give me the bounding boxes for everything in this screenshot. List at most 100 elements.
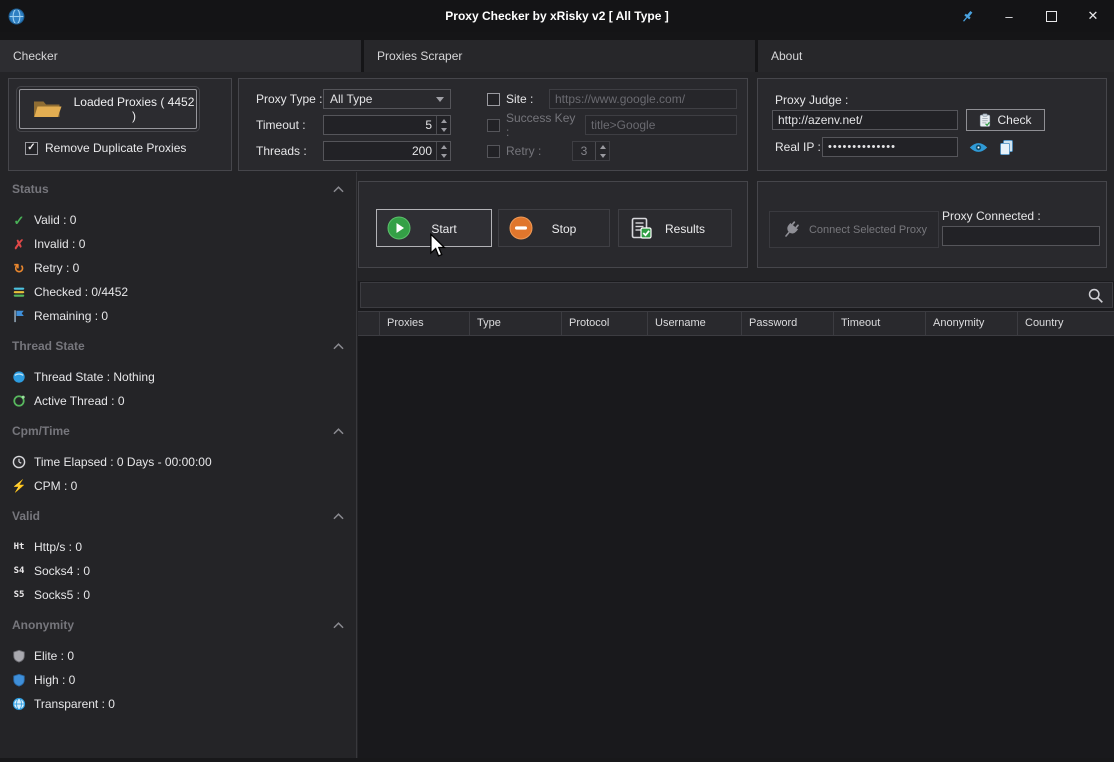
success-key-label: Success Key : [506,111,579,139]
load-proxies-button[interactable]: Loaded Proxies ( 4452 ) [19,89,197,129]
proxy-connected-input[interactable] [942,226,1100,246]
proxy-judge-panel: Proxy Judge : Check Real IP : [757,78,1107,171]
success-key-input[interactable] [585,115,737,135]
column-header-type[interactable]: Type [470,312,562,335]
maximize-button[interactable] [1030,0,1072,32]
socks4-count-item: S4 Socks4 : 0 [0,559,356,583]
status-invalid-item: ✗ Invalid : 0 [0,232,356,256]
section-header-status[interactable]: Status [12,180,344,198]
column-header-proxies[interactable]: Proxies [380,312,470,335]
threads-label: Threads : [256,144,323,158]
proxy-connected-label: Proxy Connected : [942,209,1041,223]
socks5-count-item: S5 Socks5 : 0 [0,583,356,607]
maximize-icon [1046,11,1057,22]
chevron-up-icon[interactable] [333,428,344,435]
timeout-input[interactable] [324,116,436,134]
proxy-judge-input[interactable] [772,110,958,130]
checked-list-icon [10,285,28,299]
cpm-item: ⚡ CPM : 0 [0,474,356,498]
status-invalid-label: Invalid : 0 [34,237,85,251]
status-remaining-label: Remaining : 0 [34,309,108,323]
status-checked-item: Checked : 0/4452 [0,280,356,304]
retry-checkbox[interactable] [487,145,500,158]
chevron-up-icon[interactable] [333,622,344,629]
column-header-timeout[interactable]: Timeout [834,312,926,335]
tab-proxies-scraper[interactable]: Proxies Scraper [364,40,755,72]
section-header-anonymity[interactable]: Anonymity [12,616,344,634]
status-remaining-item: Remaining : 0 [0,304,356,328]
threads-input[interactable] [324,142,436,160]
results-button[interactable]: Results [618,209,732,247]
tab-strip: Checker Proxies Scraper About [0,40,1114,72]
search-icon[interactable] [1079,287,1112,304]
connect-selected-proxy-label: Connect Selected Proxy [809,224,927,236]
socks4-icon: S4 [10,566,28,576]
proxy-type-select[interactable]: All Type [323,89,451,109]
window-bottom-edge [0,758,1114,762]
chevron-up-icon[interactable] [333,513,344,520]
thread-state-item: Thread State : Nothing [0,365,356,389]
play-icon [387,216,411,240]
copy-ip-icon[interactable] [999,139,1014,156]
site-checkbox[interactable]: ✓ [487,93,500,106]
spin-down-icon[interactable] [437,125,450,134]
column-header-protocol[interactable]: Protocol [562,312,648,335]
search-input[interactable] [361,288,1079,302]
lightning-icon: ⚡ [10,480,28,492]
loaded-proxies-panel: Loaded Proxies ( 4452 ) ✓ Remove Duplica… [8,78,232,171]
minimize-button[interactable]: – [988,0,1030,32]
chevron-up-icon[interactable] [333,186,344,193]
status-valid-item: ✓ Valid : 0 [0,208,356,232]
section-thread-state-title: Thread State [12,339,85,353]
close-button[interactable]: ✕ [1072,0,1114,32]
tab-about-label: About [771,49,802,63]
check-judge-button[interactable]: Check [966,109,1045,131]
chevron-up-icon[interactable] [333,343,344,350]
table-body[interactable] [358,336,1114,762]
tab-checker-label: Checker [13,49,58,63]
timeout-spin-buttons[interactable] [436,116,450,134]
retry-spin-buttons[interactable] [595,142,609,160]
active-thread-icon [10,394,28,408]
checkbox-icon: ✓ [25,142,38,155]
section-header-thread-state[interactable]: Thread State [12,337,344,355]
valid-check-icon: ✓ [10,214,28,227]
connect-selected-proxy-button[interactable]: Connect Selected Proxy [769,211,939,248]
spin-up-icon[interactable] [437,142,450,151]
start-button[interactable]: Start [376,209,492,247]
site-input[interactable] [549,89,737,109]
socks4-count-label: Socks4 : 0 [34,564,90,578]
proxy-judge-label: Proxy Judge : [775,93,848,107]
remove-duplicates-checkbox[interactable]: ✓ Remove Duplicate Proxies [25,141,186,155]
column-header-anonymity[interactable]: Anonymity [926,312,1018,335]
section-header-valid[interactable]: Valid [12,507,344,525]
column-header-username[interactable]: Username [648,312,742,335]
stop-button[interactable]: Stop [498,209,610,247]
success-key-checkbox[interactable] [487,119,500,132]
show-ip-eye-icon[interactable] [969,141,988,154]
section-valid-title: Valid [12,509,40,523]
check-judge-label: Check [997,113,1031,127]
folder-icon [32,98,62,120]
pin-button[interactable] [946,0,988,32]
real-ip-field[interactable] [822,137,958,157]
column-header-password[interactable]: Password [742,312,834,335]
retry-input[interactable] [573,142,595,160]
retry-row: Retry : [487,141,737,161]
high-count-item: High : 0 [0,668,356,692]
spin-up-icon[interactable] [437,116,450,125]
spin-down-icon[interactable] [437,151,450,160]
proxy-judge-row: Check [772,109,1045,131]
column-header-country[interactable]: Country [1018,312,1114,335]
remove-duplicates-label: Remove Duplicate Proxies [45,141,186,155]
status-retry-label: Retry : 0 [34,261,79,275]
spin-down-icon[interactable] [596,151,609,160]
tab-checker[interactable]: Checker [0,40,361,72]
tab-about[interactable]: About [758,40,1114,72]
window-controls: – ✕ [946,0,1114,32]
retry-label: Retry : [506,144,566,158]
section-header-cpm-time[interactable]: Cpm/Time [12,422,344,440]
spin-up-icon[interactable] [596,142,609,151]
threads-spin-buttons[interactable] [436,142,450,160]
high-count-label: High : 0 [34,673,75,687]
